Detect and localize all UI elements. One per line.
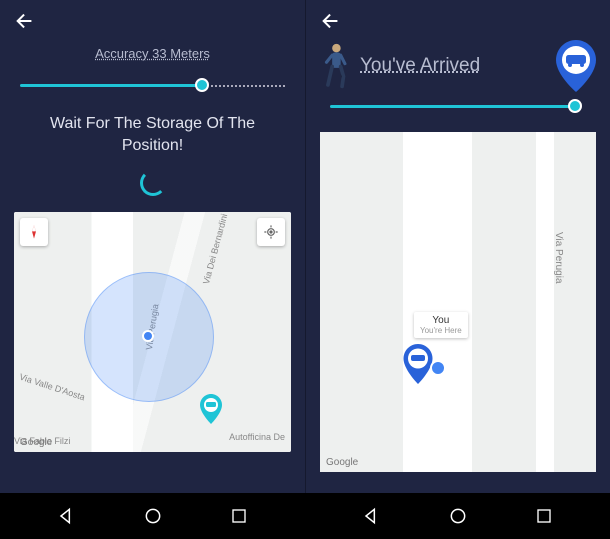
accuracy-slider[interactable]: [20, 75, 285, 95]
arrived-label: You've Arrived: [360, 55, 546, 77]
user-location-dot: [430, 360, 446, 376]
back-button[interactable]: [306, 0, 356, 42]
screen-arrived: You've Arrived Via Perugia You You're He…: [305, 0, 610, 539]
google-attribution: Google: [20, 437, 52, 448]
destination-car-pin-icon: [554, 40, 598, 92]
arrival-header: You've Arrived: [306, 40, 610, 92]
nav-back-button[interactable]: [45, 506, 87, 526]
map-view[interactable]: Via Perugia Via Dei Bernardini Via Valle…: [14, 212, 291, 452]
screen-saving-position: Accuracy 33 Meters Wait For The Storage …: [0, 0, 305, 539]
nav-recent-button[interactable]: [218, 507, 260, 525]
nav-home-button[interactable]: [437, 506, 479, 526]
loading-spinner-icon: [140, 170, 166, 196]
car-pin-icon: [199, 394, 223, 424]
accuracy-label: Accuracy 33 Meters: [0, 46, 305, 61]
callout-title: You: [432, 315, 449, 326]
android-navbar: [0, 493, 610, 539]
you-callout[interactable]: You You're Here: [414, 312, 468, 338]
street-label: Via Perugia: [553, 232, 564, 284]
my-location-button[interactable]: [257, 218, 285, 246]
user-location-dot: [142, 330, 154, 342]
walker-icon: [318, 41, 352, 91]
map-view[interactable]: Via Perugia You You're Here Google: [320, 132, 596, 472]
nav-recent-button[interactable]: [523, 507, 565, 525]
poi-label: Autofficina De: [229, 432, 285, 442]
nav-home-button[interactable]: [132, 506, 174, 526]
car-pin-icon: [402, 344, 434, 384]
google-attribution: Google: [326, 457, 358, 468]
wait-message: Wait For The Storage Of The Position!: [18, 113, 287, 158]
callout-subtitle: You're Here: [420, 326, 462, 335]
nav-back-button[interactable]: [350, 506, 392, 526]
back-button[interactable]: [0, 0, 50, 42]
progress-track: [330, 96, 586, 116]
compass-button[interactable]: [20, 218, 48, 246]
